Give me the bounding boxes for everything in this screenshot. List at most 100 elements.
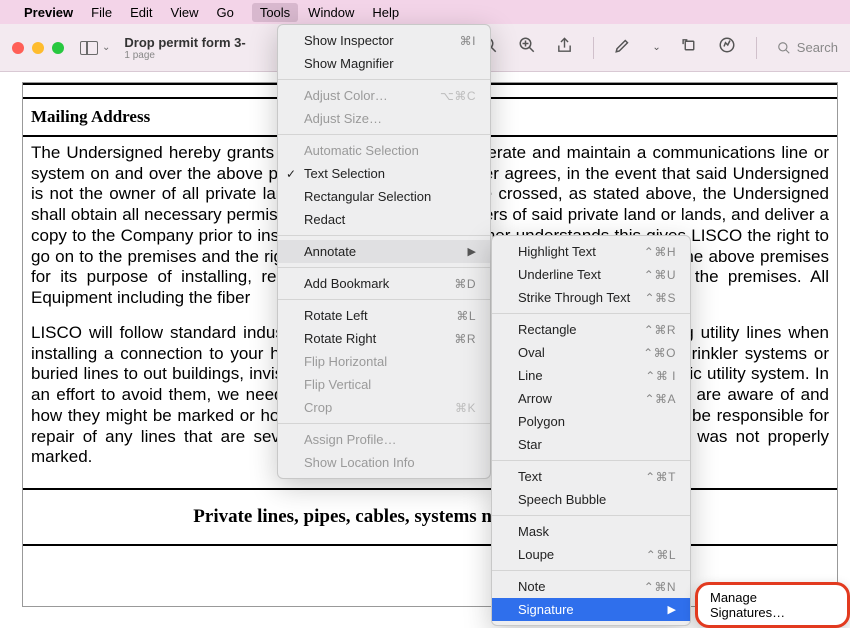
menu-item-label: Assign Profile… <box>304 432 396 447</box>
tools-item-rotate-left[interactable]: Rotate Left⌘L <box>278 304 490 327</box>
annotate-item-arrow[interactable]: Arrow⌃⌘A <box>492 387 690 410</box>
annotate-item-mask[interactable]: Mask <box>492 520 690 543</box>
menu-shortcut: ⌃⌘L <box>646 548 676 562</box>
menu-item-label: Arrow <box>518 391 552 406</box>
private-lines-heading: Private lines, pipes, cables, systems no… <box>23 490 837 546</box>
tools-item-rectangular-selection[interactable]: Rectangular Selection <box>278 185 490 208</box>
annotate-item-signature[interactable]: Signature▶ <box>492 598 690 621</box>
tools-separator <box>278 423 490 424</box>
tools-item-adjust-color: Adjust Color…⌥⌘C <box>278 84 490 107</box>
tools-item-add-bookmark[interactable]: Add Bookmark⌘D <box>278 272 490 295</box>
menu-edit[interactable]: Edit <box>130 5 152 20</box>
tools-item-show-magnifier[interactable]: Show Magnifier <box>278 52 490 75</box>
rotate-icon[interactable] <box>681 37 698 59</box>
menu-item-label: Rotate Right <box>304 331 376 346</box>
annotate-item-line[interactable]: Line ⌃⌘ I <box>492 364 690 387</box>
toolbar-separator <box>593 37 594 59</box>
signature-submenu: Manage Signatures… <box>695 582 850 628</box>
menu-item-label: Polygon <box>518 414 565 429</box>
menu-shortcut: ⌃⌘ I <box>645 369 676 383</box>
zoom-window-button[interactable] <box>52 42 64 54</box>
menu-view[interactable]: View <box>171 5 199 20</box>
manage-signatures-item[interactable]: Manage Signatures… <box>710 590 785 620</box>
tools-item-automatic-selection: Automatic Selection <box>278 139 490 162</box>
annotate-item-loupe[interactable]: Loupe ⌃⌘L <box>492 543 690 566</box>
menu-shortcut: ⌃⌘U <box>644 268 676 282</box>
menu-item-label: Show Magnifier <box>304 56 394 71</box>
annotate-item-oval[interactable]: Oval⌃⌘O <box>492 341 690 364</box>
menu-item-label: Line <box>518 368 543 383</box>
search-placeholder: Search <box>797 40 838 55</box>
annotate-item-rectangle[interactable]: Rectangle⌃⌘R <box>492 318 690 341</box>
menu-item-label: Loupe <box>518 547 554 562</box>
document-title: Drop permit form 3- <box>124 35 245 50</box>
tools-item-adjust-size: Adjust Size… <box>278 107 490 130</box>
annotate-item-highlight-text[interactable]: Highlight Text⌃⌘H <box>492 240 690 263</box>
menu-item-label: Star <box>518 437 542 452</box>
annotate-item-underline-text[interactable]: Underline Text⌃⌘U <box>492 263 690 286</box>
tools-item-assign-profile: Assign Profile… <box>278 428 490 451</box>
sidebar-toggle-icon[interactable] <box>80 41 98 55</box>
menu-item-label: Rectangle <box>518 322 577 337</box>
menu-item-label: Flip Vertical <box>304 377 371 392</box>
toolbar-search[interactable]: Search <box>777 40 838 55</box>
minimize-window-button[interactable] <box>32 42 44 54</box>
tools-item-show-inspector[interactable]: Show Inspector⌘I <box>278 29 490 52</box>
menu-item-label: Mask <box>518 524 549 539</box>
annotate-item-strike-through-text[interactable]: Strike Through Text ⌃⌘S <box>492 286 690 309</box>
annotate-item-polygon[interactable]: Polygon <box>492 410 690 433</box>
tools-item-show-location-info: Show Location Info <box>278 451 490 474</box>
menu-item-label: Oval <box>518 345 545 360</box>
submenu-arrow-icon: ▶ <box>468 245 476 258</box>
menu-item-label: Crop <box>304 400 332 415</box>
annotate-separator <box>492 570 690 571</box>
highlight-menu-chevron-icon[interactable]: ⌄ <box>652 42 660 53</box>
menu-tools[interactable]: Tools <box>252 3 298 22</box>
view-options-chevron-icon[interactable]: ⌄ <box>102 42 110 53</box>
menu-shortcut: ⌃⌘N <box>644 580 676 594</box>
app-menu[interactable]: Preview <box>24 5 73 20</box>
menu-shortcut: ⌘K <box>455 401 476 415</box>
menu-item-label: Add Bookmark <box>304 276 389 291</box>
menu-shortcut: ⌘L <box>456 309 476 323</box>
tools-separator <box>278 134 490 135</box>
highlight-icon[interactable] <box>614 36 632 59</box>
tools-item-flip-vertical: Flip Vertical <box>278 373 490 396</box>
menu-item-label: Text <box>518 469 542 484</box>
toolbar-separator <box>756 37 757 59</box>
menu-shortcut: ⌘I <box>460 34 476 48</box>
menu-window[interactable]: Window <box>308 5 354 20</box>
markup-icon[interactable] <box>718 36 736 59</box>
tools-item-redact[interactable]: Redact <box>278 208 490 231</box>
tools-item-annotate[interactable]: Annotate▶ <box>278 240 490 263</box>
tools-item-rotate-right[interactable]: Rotate Right ⌘R <box>278 327 490 350</box>
zoom-in-icon[interactable] <box>518 36 536 59</box>
menu-help[interactable]: Help <box>372 5 399 20</box>
menu-shortcut: ⌃⌘H <box>644 245 676 259</box>
menu-item-label: Strike Through Text <box>518 290 630 305</box>
close-window-button[interactable] <box>12 42 24 54</box>
annotate-item-speech-bubble[interactable]: Speech Bubble <box>492 488 690 511</box>
document-page-count: 1 page <box>124 50 245 61</box>
menu-shortcut: ⌃⌘S <box>644 291 676 305</box>
tools-separator <box>278 79 490 80</box>
annotate-item-star[interactable]: Star <box>492 433 690 456</box>
menu-item-label: Text Selection <box>304 166 385 181</box>
tools-item-text-selection[interactable]: ✓Text Selection <box>278 162 490 185</box>
menu-file[interactable]: File <box>91 5 112 20</box>
toolbar-icon-group: ⌄ Search <box>480 36 838 59</box>
annotate-separator <box>492 313 690 314</box>
menu-item-label: Rectangular Selection <box>304 189 431 204</box>
tools-separator <box>278 299 490 300</box>
menu-item-label: Adjust Color… <box>304 88 388 103</box>
tools-dropdown-menu: Show Inspector⌘I Show Magnifier Adjust Col… <box>277 24 491 479</box>
menu-item-label: Show Location Info <box>304 455 415 470</box>
annotate-item-text[interactable]: Text⌃⌘T <box>492 465 690 488</box>
annotate-item-note[interactable]: Note ⌃⌘N <box>492 575 690 598</box>
menu-go[interactable]: Go <box>216 5 233 20</box>
share-icon[interactable] <box>556 37 573 59</box>
menu-item-label: Note <box>518 579 545 594</box>
annotate-submenu: Highlight Text⌃⌘HUnderline Text⌃⌘UStrike… <box>491 235 691 626</box>
menu-shortcut: ⌘R <box>454 332 476 346</box>
menu-item-label: Adjust Size… <box>304 111 382 126</box>
